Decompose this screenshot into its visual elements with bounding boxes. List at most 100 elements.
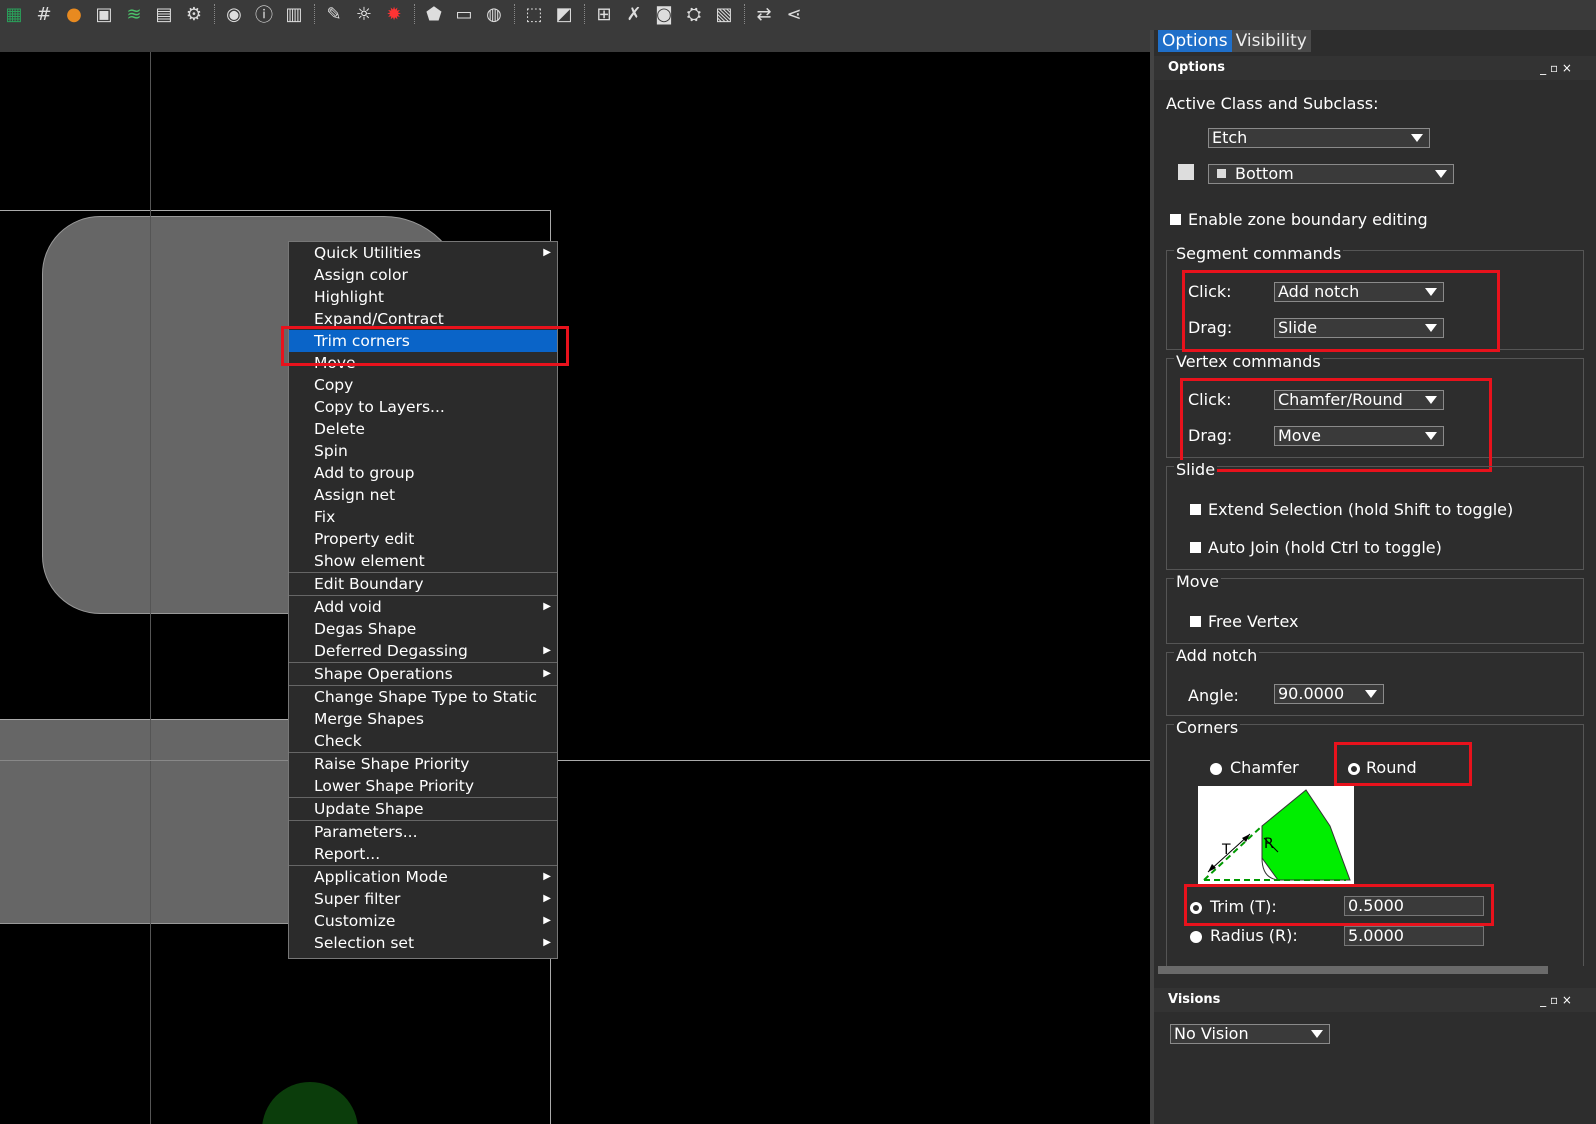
menu-item-merge-shapes[interactable]: Merge Shapes bbox=[289, 708, 557, 730]
menu-item-property-edit[interactable]: Property edit bbox=[289, 528, 557, 550]
menu-item-quick-utilities[interactable]: Quick Utilities ▶ bbox=[289, 242, 557, 264]
visions-window-controls[interactable]: _ ▫ × bbox=[1540, 988, 1572, 1012]
menu-item-copy[interactable]: Copy bbox=[289, 374, 557, 396]
menu-item-spin[interactable]: Spin bbox=[289, 440, 557, 462]
menu-item-edit-boundary[interactable]: Edit Boundary bbox=[289, 573, 557, 595]
menu-item-fix[interactable]: Fix bbox=[289, 506, 557, 528]
menu-item-delete[interactable]: Delete bbox=[289, 418, 557, 440]
menu-item-label: Parameters... bbox=[314, 823, 418, 841]
camera-icon[interactable]: ◙ bbox=[652, 2, 676, 26]
lower-shape[interactable] bbox=[0, 719, 290, 924]
menu-item-degas-shape[interactable]: Degas Shape bbox=[289, 618, 557, 640]
menu-item-shape-operations[interactable]: Shape Operations ▶ bbox=[289, 663, 557, 685]
segment-drag-dropdown[interactable]: Slide bbox=[1274, 318, 1444, 338]
settings-sheet-icon[interactable]: ⚙ bbox=[182, 2, 206, 26]
crosshair-horizontal bbox=[556, 760, 1150, 761]
eye-icon[interactable]: ◉ bbox=[222, 2, 246, 26]
menu-item-lower-shape-priority[interactable]: Lower Shape Priority bbox=[289, 775, 557, 797]
radius-radio[interactable] bbox=[1190, 931, 1202, 943]
chamfer-radio[interactable] bbox=[1210, 763, 1222, 775]
menu-item-application-mode[interactable]: Application Mode ▶ bbox=[289, 866, 557, 888]
menu-item-label: Deferred Degassing bbox=[314, 642, 468, 660]
trim-radio[interactable] bbox=[1190, 902, 1202, 914]
slash-shape-icon[interactable]: ◩ bbox=[552, 2, 576, 26]
spreadsheet-icon[interactable]: ▤ bbox=[152, 2, 176, 26]
menu-item-check[interactable]: Check bbox=[289, 730, 557, 752]
add-rect-icon[interactable]: ▭ bbox=[452, 2, 476, 26]
menu-item-report[interactable]: Report... bbox=[289, 843, 557, 865]
menu-item-show-element[interactable]: Show element bbox=[289, 550, 557, 572]
extend-selection-checkbox[interactable] bbox=[1190, 504, 1201, 515]
round-radio[interactable] bbox=[1348, 763, 1360, 775]
menu-item-selection-set[interactable]: Selection set ▶ bbox=[289, 932, 557, 954]
move-title: Move bbox=[1174, 572, 1221, 591]
options-horizontal-scrollbar[interactable] bbox=[1158, 966, 1548, 974]
menu-item-move[interactable]: Move bbox=[289, 352, 557, 374]
window-controls[interactable]: _ ▫ × bbox=[1540, 56, 1572, 80]
menu-item-label: Degas Shape bbox=[314, 620, 417, 638]
fix-icon[interactable]: ✗ bbox=[622, 2, 646, 26]
trim-input[interactable]: 0.5000 bbox=[1344, 896, 1484, 916]
shadow-icon[interactable]: ▣ bbox=[92, 2, 116, 26]
layers-icon[interactable]: ≋ bbox=[122, 2, 146, 26]
menu-item-raise-shape-priority[interactable]: Raise Shape Priority bbox=[289, 753, 557, 775]
3d-icon[interactable]: ▥ bbox=[282, 2, 306, 26]
menu-item-assign-net[interactable]: Assign net bbox=[289, 484, 557, 506]
swap-icon[interactable]: ⇄ bbox=[752, 2, 776, 26]
options-header-title: Options bbox=[1168, 60, 1225, 75]
add-circle-icon[interactable]: ◍ bbox=[482, 2, 506, 26]
brightness-icon[interactable]: ☼ bbox=[352, 2, 376, 26]
design-canvas[interactable] bbox=[0, 52, 1150, 1124]
dim-icon[interactable]: ✹ bbox=[382, 2, 406, 26]
submenu-arrow-icon: ▶ bbox=[543, 668, 551, 679]
board-icon[interactable]: ▦ bbox=[2, 2, 26, 26]
subclass-dropdown[interactable]: Bottom bbox=[1208, 164, 1454, 184]
menu-item-trim-corners[interactable]: Trim corners bbox=[289, 330, 557, 352]
angle-dropdown[interactable]: 90.0000 bbox=[1274, 684, 1384, 704]
enable-zone-checkbox[interactable] bbox=[1170, 214, 1181, 225]
r2-icon[interactable]: ⛭ bbox=[682, 2, 706, 26]
menu-item-highlight[interactable]: Highlight bbox=[289, 286, 557, 308]
auto-join-label: Auto Join (hold Ctrl to toggle) bbox=[1208, 538, 1442, 557]
vertex-drag-label: Drag: bbox=[1188, 426, 1233, 445]
menu-item-expand-contract[interactable]: Expand/Contract bbox=[289, 308, 557, 330]
round-label: Round bbox=[1366, 758, 1417, 777]
select-icon[interactable]: ⬚ bbox=[522, 2, 546, 26]
free-vertex-label: Free Vertex bbox=[1208, 612, 1299, 631]
add-shape-icon[interactable]: ⬟ bbox=[422, 2, 446, 26]
vertex-click-dropdown[interactable]: Chamfer/Round bbox=[1274, 390, 1444, 410]
color-wheel-icon[interactable]: ● bbox=[62, 2, 86, 26]
menu-item-add-to-group[interactable]: Add to group bbox=[289, 462, 557, 484]
segment-click-label: Click: bbox=[1188, 282, 1232, 301]
corner-diagram: T R bbox=[1198, 786, 1354, 886]
tab-options[interactable]: Options bbox=[1158, 30, 1232, 52]
subclass-color-swatch[interactable] bbox=[1178, 164, 1194, 180]
menu-item-customize[interactable]: Customize ▶ bbox=[289, 910, 557, 932]
menu-item-label: Lower Shape Priority bbox=[314, 777, 474, 795]
menu-item-add-void[interactable]: Add void ▶ bbox=[289, 596, 557, 618]
tab-visibility[interactable]: Visibility bbox=[1231, 30, 1311, 52]
vertex-drag-dropdown[interactable]: Move bbox=[1274, 426, 1444, 446]
vertex-click-value: Chamfer/Round bbox=[1278, 390, 1403, 409]
toolbar-separator bbox=[314, 4, 316, 24]
menu-item-change-shape-type-to-static[interactable]: Change Shape Type to Static bbox=[289, 686, 557, 708]
visibility-icon[interactable]: ✎ bbox=[322, 2, 346, 26]
report-icon[interactable]: ▧ bbox=[712, 2, 736, 26]
radius-input[interactable]: 5.0000 bbox=[1344, 926, 1484, 946]
menu-item-parameters[interactable]: Parameters... bbox=[289, 821, 557, 843]
menu-item-label: Spin bbox=[314, 442, 348, 460]
vision-dropdown[interactable]: No Vision bbox=[1170, 1024, 1330, 1044]
free-vertex-checkbox[interactable] bbox=[1190, 616, 1201, 627]
menu-item-copy-to-layers[interactable]: Copy to Layers... bbox=[289, 396, 557, 418]
menu-item-assign-color[interactable]: Assign color bbox=[289, 264, 557, 286]
menu-item-update-shape[interactable]: Update Shape bbox=[289, 798, 557, 820]
auto-join-checkbox[interactable] bbox=[1190, 542, 1201, 553]
info-icon[interactable]: ⓘ bbox=[252, 2, 276, 26]
grid-icon[interactable]: # bbox=[32, 2, 56, 26]
segment-click-dropdown[interactable]: Add notch bbox=[1274, 282, 1444, 302]
menu-item-deferred-degassing[interactable]: Deferred Degassing ▶ bbox=[289, 640, 557, 662]
menu-item-super-filter[interactable]: Super filter ▶ bbox=[289, 888, 557, 910]
share-icon[interactable]: ⋖ bbox=[782, 2, 806, 26]
class-dropdown[interactable]: Etch bbox=[1208, 128, 1430, 148]
compose-icon[interactable]: ⊞ bbox=[592, 2, 616, 26]
